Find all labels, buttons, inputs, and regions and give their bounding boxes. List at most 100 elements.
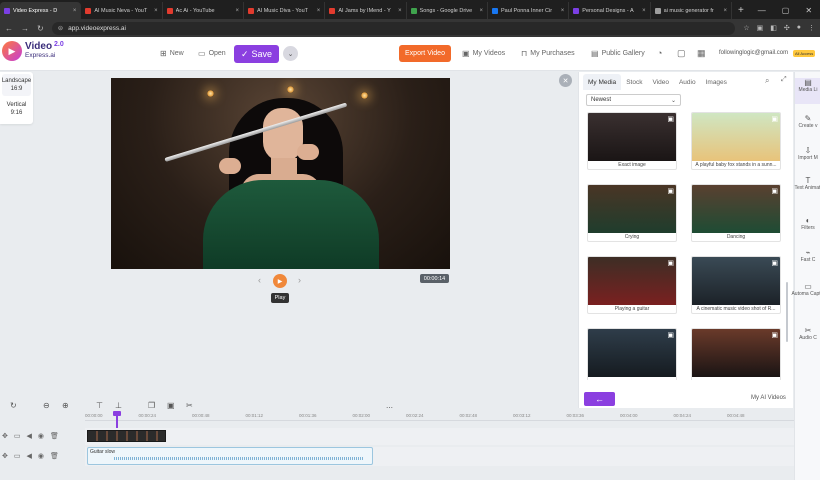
visibility-icon[interactable]: ◉ [38, 432, 44, 440]
reload-icon[interactable]: ↻ [37, 24, 44, 33]
right-tool-fast-cut[interactable]: ⌁ Fast C [795, 248, 820, 274]
close-preview-button[interactable]: ✕ [559, 74, 572, 87]
tab-close-icon[interactable]: × [723, 8, 727, 14]
save-options-button[interactable]: ⌄ [283, 46, 298, 61]
next-frame-icon[interactable]: › [298, 275, 301, 285]
zoom-out-icon[interactable]: ⊖ [43, 401, 50, 410]
media-item[interactable]: ▣ Exact image [587, 112, 677, 170]
tab-close-icon[interactable]: × [235, 8, 239, 14]
new-tab-button[interactable]: + [732, 2, 750, 19]
media-tab[interactable]: Images [701, 74, 732, 90]
grid-icon[interactable]: ▦ [697, 48, 706, 59]
media-item[interactable]: ▣ A cinematic music video shot of R... [691, 256, 781, 314]
chat-icon[interactable]: ▢ [677, 48, 686, 59]
tab-close-icon[interactable]: × [317, 8, 321, 14]
trash-icon[interactable]: 🗑 [50, 452, 59, 460]
video-preview[interactable] [111, 78, 450, 269]
browser-tab[interactable]: Songs - Google Drive × [407, 2, 488, 19]
camera-icon[interactable]: ▣ [667, 115, 674, 123]
media-item[interactable]: ▣ Playing a guitar [587, 256, 677, 314]
site-info-icon[interactable]: ⊜ [58, 24, 63, 32]
copy-icon[interactable]: ❐ [148, 401, 155, 410]
paste-icon[interactable]: ▣ [167, 401, 175, 410]
my-purchases-button[interactable]: ⊓ My Purchases [521, 49, 575, 58]
camera-icon[interactable]: ▣ [771, 115, 778, 123]
forward-arrow-icon[interactable]: → [21, 24, 29, 33]
public-gallery-button[interactable]: ▤ Public Gallery [591, 49, 645, 58]
right-tool-text[interactable]: T Text Animati [795, 176, 820, 202]
aspect-vertical-option[interactable]: Vertical 9:16 [2, 98, 31, 120]
camera-icon[interactable]: ▣ [667, 331, 674, 339]
open-button[interactable]: ▭ Open [198, 49, 226, 58]
extension-icon[interactable]: ◧ [770, 24, 777, 32]
play-button[interactable]: ▶ [273, 274, 287, 288]
right-tool-create[interactable]: ✎ Create v [795, 114, 820, 140]
split-icon[interactable]: ⊤ [96, 401, 103, 410]
visibility-icon[interactable]: ◉ [38, 452, 44, 460]
expand-icon[interactable]: ⤢ [781, 76, 787, 84]
media-item[interactable]: ▣ [691, 328, 781, 380]
media-item[interactable]: ▣ A playful baby fox stands in a sunn... [691, 112, 781, 170]
menu-icon[interactable]: ⋮ [808, 24, 815, 32]
tab-close-icon[interactable]: × [398, 8, 402, 14]
reset-icon[interactable]: ↻ [10, 401, 17, 410]
drag-handle-icon[interactable]: ✥ [2, 452, 8, 460]
camera-icon[interactable]: ▣ [771, 331, 778, 339]
search-icon[interactable]: ⌕ [765, 76, 769, 86]
tab-close-icon[interactable]: × [154, 8, 158, 14]
media-tab[interactable]: Audio [674, 74, 701, 90]
url-input[interactable]: ⊜ app.videoexpress.ai [51, 21, 736, 35]
media-item[interactable]: ▣ [587, 328, 677, 380]
zoom-in-icon[interactable]: ⊕ [62, 401, 69, 410]
media-item[interactable]: ▣ Crying [587, 184, 677, 242]
export-video-button[interactable]: Export Video [399, 45, 451, 62]
camera-icon[interactable]: ▣ [771, 259, 778, 267]
trim-icon[interactable]: ⊥ [115, 401, 122, 410]
browser-tab[interactable]: Ac Ai - YouTube × [163, 2, 244, 19]
previous-frame-icon[interactable]: ‹ [258, 275, 261, 285]
camera-icon[interactable]: ▣ [667, 259, 674, 267]
sort-select[interactable]: Newest ⌄ [586, 94, 681, 106]
drag-handle-icon[interactable]: ✥ [2, 432, 8, 440]
close-window-icon[interactable]: ✕ [797, 6, 820, 15]
timeline-ruler[interactable]: 00:00:00 00:00:24 00:00:48 00:01:12 00:01:36… [85, 413, 794, 421]
media-tab[interactable]: Stock [621, 74, 647, 90]
maximize-icon[interactable]: ▢ [774, 6, 798, 15]
media-tab[interactable]: Video [647, 74, 674, 90]
tab-close-icon[interactable]: × [642, 8, 646, 14]
right-tool-import[interactable]: ⇩ Import M [795, 146, 820, 172]
bookmark-star-icon[interactable]: ☆ [743, 24, 749, 32]
browser-tab[interactable]: AI Music Neva - YouT × [81, 2, 163, 19]
camera-icon[interactable]: ▣ [667, 187, 674, 195]
volume-icon[interactable]: ◀ [27, 432, 32, 440]
tab-close-icon[interactable]: × [479, 8, 483, 14]
back-button[interactable]: ← [584, 392, 615, 406]
layer-icon[interactable]: ▭ [14, 452, 21, 460]
right-tool-media-library[interactable]: ▤ Media Li [795, 78, 820, 104]
profile-icon[interactable]: ● [797, 24, 801, 32]
my-ai-videos-link[interactable]: My AI Videos [751, 395, 786, 401]
new-button[interactable]: ⊞ New [160, 49, 184, 58]
browser-tab[interactable]: ai music generator fr × [651, 2, 732, 19]
right-tool-captions[interactable]: ▭Automa Captio [791, 282, 820, 308]
tab-close-icon[interactable]: × [73, 8, 77, 14]
browser-tab[interactable]: Paul Ponna Inner Cir × [488, 2, 570, 19]
audio-clip[interactable]: Guitar slow [87, 447, 373, 465]
browser-tab[interactable]: AI Jams by IMend - Y × [325, 2, 407, 19]
right-tool-filter[interactable]: ◐ Filters [795, 216, 820, 242]
browser-tab[interactable]: Video Express - D × [0, 2, 82, 19]
layer-icon[interactable]: ▭ [14, 432, 21, 440]
app-logo[interactable]: ▶ Video Express.ai 2.0 [2, 41, 64, 61]
media-scrollbar[interactable] [786, 282, 788, 342]
extension-icon[interactable]: ▣ [757, 24, 764, 32]
my-videos-button[interactable]: ▣ My Videos [462, 49, 505, 58]
aspect-landscape-option[interactable]: Landscape 16:9 [2, 74, 31, 96]
account-email[interactable]: followinglogic@gmail.com [719, 50, 788, 56]
tutorial-icon[interactable]: ◔ [657, 48, 662, 58]
volume-icon[interactable]: ◀ [27, 452, 32, 460]
more-icon[interactable]: ⋯ [386, 404, 393, 412]
trash-icon[interactable]: 🗑 [50, 432, 59, 440]
right-tool-audio-cut[interactable]: ✂ Audio C [795, 326, 820, 352]
media-item[interactable]: ▣ Dancing [691, 184, 781, 242]
cut-icon[interactable]: ✂ [186, 401, 193, 410]
